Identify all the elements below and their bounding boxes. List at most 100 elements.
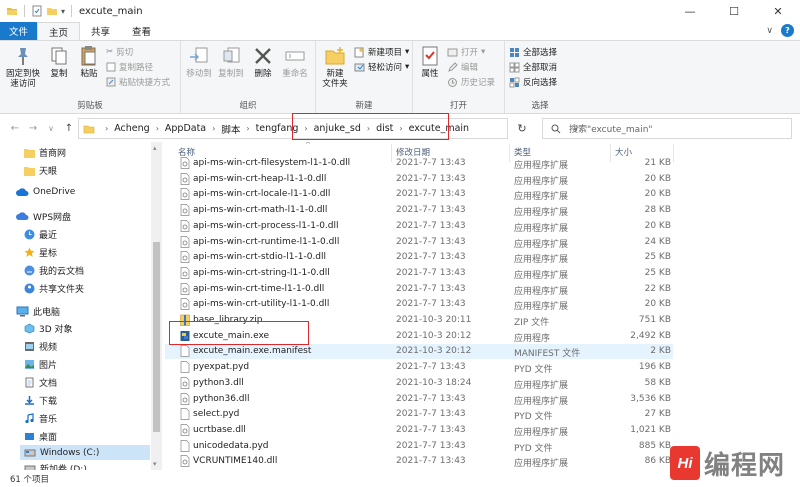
tab-file[interactable]: 文件: [0, 22, 38, 40]
table-row[interactable]: api-ms-win-crt-time-l1-1-0.dll 2021-7-7 1…: [165, 282, 673, 297]
breadcrumb-separator[interactable]: ›: [246, 124, 249, 133]
nav-item-recent[interactable]: 最近: [24, 228, 57, 241]
new-item-button[interactable]: 新建项目 ▾: [354, 46, 409, 58]
table-row[interactable]: select.pyd 2021-7-7 13:43 PYD 文件 27 KB: [165, 407, 673, 422]
table-row[interactable]: unicodedata.pyd 2021-7-7 13:43 PYD 文件 885 K…: [165, 439, 673, 454]
delete-button[interactable]: 删除: [251, 45, 275, 79]
minimize-button[interactable]: —: [668, 0, 712, 22]
quick-access-dropdown[interactable]: ▾: [61, 7, 65, 16]
up-icon[interactable]: ↑: [60, 123, 78, 134]
nav-item-music[interactable]: 音乐: [24, 412, 57, 425]
nav-item-shared-folder[interactable]: 共享文件夹: [24, 282, 84, 295]
paste-shortcut-button[interactable]: 粘贴快捷方式: [106, 76, 170, 88]
nav-scrollbar-thumb[interactable]: [153, 242, 160, 432]
group-organize: 移动到 复制到 删除 重命名 组织: [181, 41, 316, 114]
table-row[interactable]: api-ms-win-crt-string-l1-1-0.dll 2021-7-7…: [165, 266, 673, 281]
recent-chevron-icon[interactable]: ∨: [42, 124, 60, 133]
table-row[interactable]: api-ms-win-crt-heap-l1-1-0.dll 2021-7-7 1…: [165, 172, 673, 187]
file-name: api-ms-win-crt-time-l1-1-0.dll: [193, 283, 325, 294]
group-select: 全部选择 全部取消 反向选择 选择: [505, 41, 575, 114]
nav-item-tianyan[interactable]: 天眼: [24, 164, 57, 177]
breadcrumb-scripts[interactable]: 脚本: [221, 122, 240, 136]
breadcrumb-separator[interactable]: ›: [212, 124, 215, 133]
dll-file-icon: [180, 219, 190, 232]
nav-scrollbar[interactable]: ▴ ▾: [151, 142, 162, 470]
table-row[interactable]: api-ms-win-crt-runtime-l1-1-0.dll 2021-7-…: [165, 235, 673, 250]
tab-share[interactable]: 共享: [80, 22, 121, 40]
properties-label: 属性: [421, 69, 439, 79]
table-row[interactable]: ucrtbase.dll 2021-7-7 13:43 应用程序扩展 1,021 KB: [165, 423, 673, 438]
open-button[interactable]: 打开 ▾: [447, 46, 485, 58]
new-folder-button[interactable]: 新建 文件夹: [318, 45, 352, 89]
column-divider[interactable]: [673, 144, 674, 162]
nav-item-shoushang[interactable]: 首商网: [24, 146, 66, 159]
table-row[interactable]: api-ms-win-crt-process-l1-1-0.dll 2021-7-…: [165, 219, 673, 234]
new-folder-icon[interactable]: [46, 5, 58, 17]
refresh-icon[interactable]: ↻: [513, 118, 531, 139]
table-row[interactable]: api-ms-win-crt-filesystem-l1-1-0.dll 2021…: [165, 156, 673, 171]
nav-item-3d-objects[interactable]: 3D 对象: [24, 322, 73, 335]
select-all-icon: [510, 47, 519, 57]
file-size: 20 KB: [644, 189, 671, 200]
search-input[interactable]: 搜索"excute_main": [542, 118, 792, 139]
file-size: 3,536 KB: [630, 393, 671, 404]
nav-item-wps[interactable]: WPS网盘: [16, 210, 71, 223]
table-row[interactable]: VCRUNTIME140.dll 2021-7-7 13:43 应用程序扩展 86 K…: [165, 454, 673, 469]
invert-selection-button[interactable]: 反向选择: [509, 76, 557, 88]
copy-path-button[interactable]: 复制路径: [106, 61, 153, 73]
table-row[interactable]: api-ms-win-crt-utility-l1-1-0.dll 2021-7-…: [165, 297, 673, 312]
nav-item-desktop[interactable]: 桌面: [24, 430, 57, 443]
copy-to-button[interactable]: 复制到: [215, 45, 247, 79]
scroll-up-icon[interactable]: ▴: [153, 144, 157, 152]
maximize-button[interactable]: ☐: [712, 0, 756, 22]
tab-home[interactable]: 主页: [37, 22, 81, 40]
ribbon-tabs: 文件 主页 共享 查看 ∨ ?: [0, 22, 800, 40]
edit-icon: [448, 61, 458, 72]
collapse-ribbon-icon[interactable]: ∨: [766, 26, 773, 36]
breadcrumb-acheng[interactable]: Acheng: [114, 123, 149, 134]
nav-item-videos[interactable]: 视频: [24, 340, 57, 353]
table-row[interactable]: api-ms-win-crt-stdio-l1-1-0.dll 2021-7-7 …: [165, 250, 673, 265]
select-all-button[interactable]: 全部选择: [509, 46, 557, 58]
nav-item-onedrive[interactable]: OneDrive: [16, 187, 75, 197]
file-size: 58 KB: [644, 377, 671, 388]
table-row[interactable]: pyexpat.pyd 2021-7-7 13:43 PYD 文件 196 KB: [165, 360, 673, 375]
breadcrumb-appdata[interactable]: AppData: [165, 123, 206, 134]
move-to-button[interactable]: 移动到: [183, 45, 215, 79]
copy-button[interactable]: 复制: [46, 45, 72, 79]
forward-icon[interactable]: →: [24, 123, 42, 134]
tab-view[interactable]: 查看: [121, 22, 162, 40]
nav-item-cloud-docs[interactable]: 我的云文档: [24, 264, 84, 277]
rename-button[interactable]: 重命名: [279, 45, 311, 79]
nav-item-this-pc[interactable]: 此电脑: [16, 305, 60, 318]
breadcrumb-separator[interactable]: ›: [156, 124, 159, 133]
nav-item-documents[interactable]: 文档: [24, 376, 57, 389]
table-row[interactable]: python3.dll 2021-10-3 18:24 应用程序扩展 58 KB: [165, 376, 673, 391]
nav-item-drive-d[interactable]: 新加卷 (D:): [24, 462, 87, 470]
table-row[interactable]: api-ms-win-crt-locale-l1-1-0.dll 2021-7-7…: [165, 187, 673, 202]
table-row[interactable]: excute_main.exe.manifest 2021-10-3 20:12 M…: [165, 344, 673, 360]
nav-item-pictures[interactable]: 图片: [24, 358, 57, 371]
checklist-icon[interactable]: [31, 5, 43, 17]
dll-file-icon: [180, 157, 190, 169]
paste-button[interactable]: 粘贴: [76, 45, 102, 79]
table-row[interactable]: python36.dll 2021-7-7 13:43 应用程序扩展 3,536 KB: [165, 392, 673, 407]
edit-button[interactable]: 编辑: [447, 61, 478, 73]
history-button[interactable]: 历史记录: [447, 76, 495, 88]
help-icon[interactable]: ?: [781, 24, 794, 37]
nav-item-starred[interactable]: 星标: [24, 246, 57, 259]
scroll-down-icon[interactable]: ▾: [153, 460, 157, 468]
close-button[interactable]: ✕: [756, 0, 800, 22]
file-size: 27 KB: [644, 409, 671, 420]
pin-quick-access-button[interactable]: 固定到快 速访问: [4, 45, 42, 89]
easy-access-button[interactable]: 轻松访问 ▾: [354, 61, 409, 73]
clipboard-group-label: 剪贴板: [77, 101, 103, 111]
file-date: 2021-7-7 13:43: [396, 252, 466, 263]
table-row[interactable]: api-ms-win-crt-math-l1-1-0.dll 2021-7-7 1…: [165, 203, 673, 218]
nav-item-drive-c[interactable]: Windows (C:): [20, 445, 150, 460]
cut-button[interactable]: ✂ 剪切: [106, 46, 133, 58]
properties-button[interactable]: 属性: [417, 45, 443, 79]
select-none-button[interactable]: 全部取消: [509, 61, 557, 73]
back-icon[interactable]: ←: [6, 123, 24, 134]
nav-item-downloads[interactable]: 下载: [24, 394, 57, 407]
